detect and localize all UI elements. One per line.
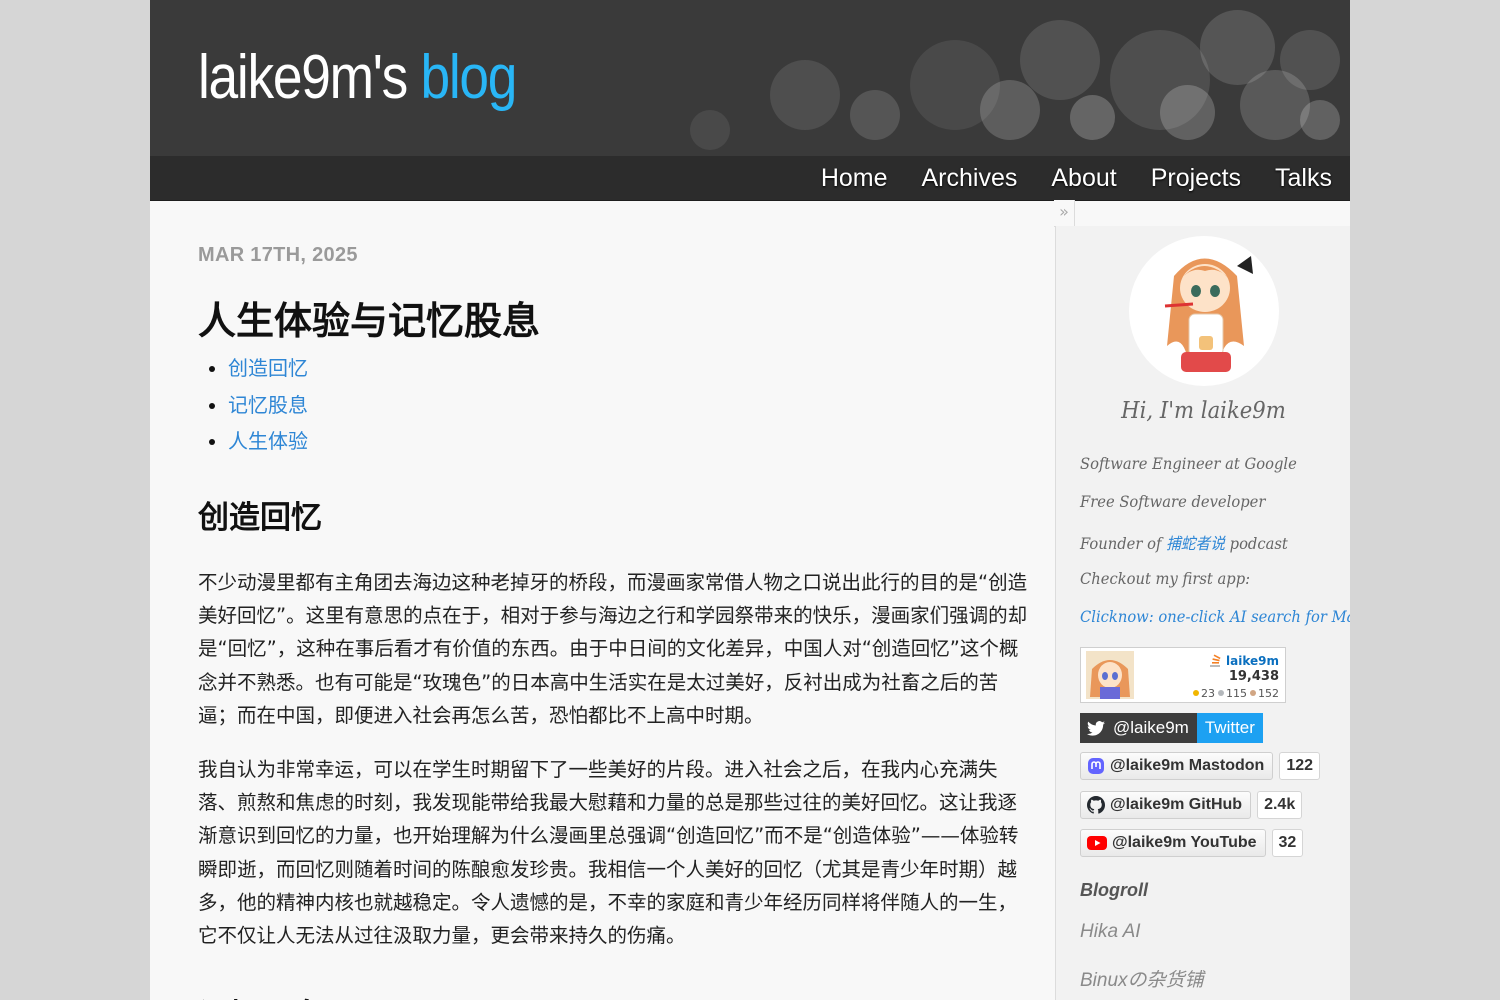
- site-header: laike9m's blog: [150, 0, 1350, 156]
- twitter-label: Twitter: [1196, 713, 1263, 743]
- post-title: 人生体验与记忆股息: [198, 299, 541, 343]
- so-badges: 23 115 152: [1190, 687, 1279, 700]
- so-reputation: 19,438: [1228, 669, 1279, 684]
- so-gold-count: 23: [1201, 687, 1215, 700]
- so-username-text: laike9m: [1226, 654, 1279, 668]
- twitter-handle: @laike9m: [1113, 718, 1189, 737]
- so-silver-count: 115: [1226, 687, 1247, 700]
- nav-home[interactable]: Home: [821, 156, 888, 200]
- nav-archives[interactable]: Archives: [922, 156, 1018, 200]
- section-heading-memory-dividend: 记忆股息: [198, 990, 322, 1000]
- toc-item: 人生体验: [228, 423, 308, 460]
- mastodon-label: @laike9m Mastodon: [1110, 757, 1265, 774]
- bronze-badge-icon: [1250, 690, 1256, 696]
- toc-link-create-memories[interactable]: 创造回忆: [228, 356, 308, 380]
- nav-projects[interactable]: Projects: [1151, 156, 1241, 200]
- paragraph-2: 我自认为非常幸运，可以在学生时期留下了一些美好的片段。进入社会之后，在我内心充满…: [198, 758, 1019, 948]
- toc-item: 创造回忆: [228, 350, 308, 387]
- anime-avatar-illustration: [1164, 256, 1253, 372]
- twitter-follow-button[interactable]: @laike9m Twitter: [1080, 713, 1263, 743]
- mastodon-button-main: @laike9m Mastodon: [1080, 752, 1274, 780]
- sidebar-collapse-button[interactable]: »: [1054, 200, 1075, 227]
- twitter-bird-icon: [1087, 720, 1105, 736]
- site-title-main: laike9m's: [198, 43, 408, 112]
- sidebar-line-job: Software Engineer at Google: [1080, 454, 1297, 473]
- section-heading-create-memories: 创造回忆: [198, 500, 322, 536]
- site-title-accent: blog: [420, 43, 517, 112]
- main-nav: Home Archives About Projects Talks: [150, 156, 1350, 201]
- so-username: laike9m: [1209, 654, 1279, 668]
- github-follow-button[interactable]: @laike9m GitHub 2.4k: [1080, 791, 1303, 819]
- blogroll-heading: Blogroll: [1080, 880, 1148, 900]
- toc-item: 记忆股息: [228, 387, 308, 424]
- stackoverflow-flair[interactable]: laike9m 19,438 23 115 152: [1080, 647, 1286, 703]
- so-bronze-count: 152: [1258, 687, 1279, 700]
- youtube-count[interactable]: 32: [1271, 829, 1304, 857]
- gold-badge-icon: [1193, 690, 1199, 696]
- twitter-handle-box: @laike9m: [1080, 713, 1197, 743]
- so-avatar: [1086, 651, 1134, 699]
- table-of-contents: 创造回忆 记忆股息 人生体验: [198, 350, 308, 460]
- mastodon-follow-button[interactable]: @laike9m Mastodon 122: [1080, 752, 1321, 780]
- founder-suffix: podcast: [1224, 534, 1288, 553]
- blogroll-link-binux[interactable]: Binuxの杂货铺: [1080, 965, 1204, 992]
- founder-prefix: Founder of: [1080, 534, 1167, 553]
- github-button-main: @laike9m GitHub: [1080, 791, 1252, 819]
- blogroll-link-hika-ai[interactable]: Hika AI: [1080, 921, 1141, 943]
- avatar: [1129, 236, 1279, 386]
- clicknow-link[interactable]: Clicknow: one-click AI search for Mac: [1080, 607, 1350, 626]
- youtube-subscribe-button[interactable]: @laike9m YouTube 32: [1080, 829, 1304, 857]
- paragraph-1: 不少动漫里都有主角团去海边这种老掉牙的桥段，而漫画家常借人物之口说出此行的目的是…: [198, 571, 1028, 727]
- sidebar-line-app: Checkout my first app:: [1080, 569, 1251, 588]
- sidebar-line-free-software: Free Software developer: [1080, 492, 1266, 511]
- github-label: @laike9m GitHub: [1110, 796, 1243, 813]
- youtube-button-main: @laike9m YouTube: [1080, 829, 1266, 857]
- silver-badge-icon: [1218, 690, 1224, 696]
- stackoverflow-icon: [1210, 654, 1221, 667]
- youtube-icon: [1087, 836, 1107, 850]
- sidebar-line-app-link: Clicknow: one-click AI search for Mac: [1080, 607, 1350, 626]
- mastodon-count[interactable]: 122: [1279, 752, 1321, 780]
- page: laike9m's blog Home Archives About Proje…: [150, 0, 1350, 1000]
- sidebar-greeting: Hi, I'm laike9m: [1121, 398, 1286, 424]
- nav-about[interactable]: About: [1051, 156, 1116, 200]
- podcast-link[interactable]: 捕蛇者说: [1166, 534, 1225, 553]
- nav-talks[interactable]: Talks: [1275, 156, 1332, 200]
- sidebar: Hi, I'm laike9m Software Engineer at Goo…: [1055, 226, 1350, 1000]
- site-title[interactable]: laike9m's blog: [198, 42, 517, 113]
- sidebar-line-founder: Founder of 捕蛇者说 podcast: [1080, 530, 1288, 554]
- post-date: MAR 17TH, 2025: [198, 244, 358, 266]
- youtube-label: @laike9m YouTube: [1112, 834, 1257, 851]
- toc-link-memory-dividend[interactable]: 记忆股息: [228, 393, 308, 417]
- toc-link-life-experience[interactable]: 人生体验: [228, 429, 308, 453]
- github-icon: [1087, 796, 1105, 814]
- mastodon-icon: [1088, 758, 1104, 774]
- github-count[interactable]: 2.4k: [1257, 791, 1303, 819]
